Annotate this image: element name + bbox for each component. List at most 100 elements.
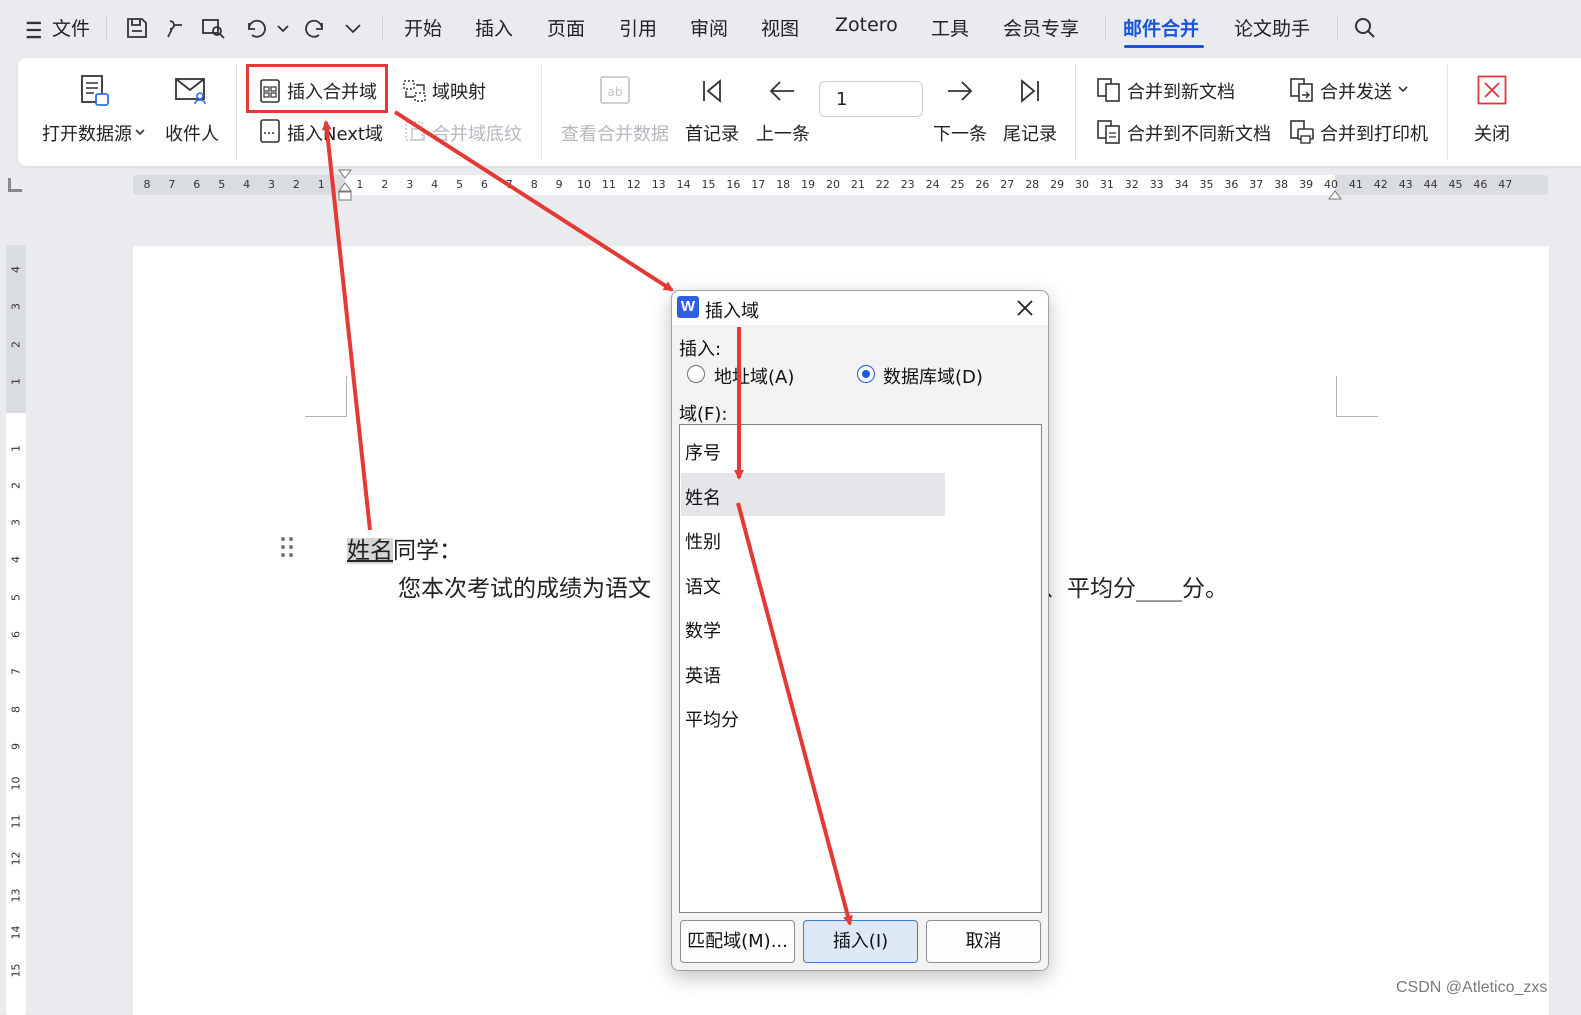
ruler-tick-label: 1 xyxy=(9,377,23,385)
annotation-highlight-box xyxy=(246,64,388,113)
last-record-icon[interactable] xyxy=(1018,78,1042,104)
field-listbox[interactable]: 序号 姓名 性别 语文 数学 英语 平均分 xyxy=(679,424,1042,913)
merge-send-button[interactable]: 合并发送 xyxy=(1320,78,1392,104)
ruler-tick-label: 8 xyxy=(143,178,151,191)
menu-bar: 文件 开始 插入 页面 引用 审阅 视图 Zotero 工具 会员专享 邮件合并… xyxy=(0,0,1581,56)
document-body-line-start[interactable]: 您本次考试的成绩为语文 xyxy=(398,569,651,603)
ruler-tick-label: 3 xyxy=(268,178,275,191)
first-record-button[interactable]: 首记录 xyxy=(685,120,739,146)
ruler-tick-label: 3 xyxy=(9,519,23,527)
search-icon[interactable] xyxy=(1352,15,1378,41)
ruler-tick-label: 4 xyxy=(9,266,23,273)
radio-database-field[interactable] xyxy=(857,365,875,383)
ruler-tick-label: 8 xyxy=(9,705,23,713)
tab-mail-merge[interactable]: 邮件合并 xyxy=(1123,14,1199,41)
active-tab-indicator xyxy=(1124,45,1204,48)
radio-address-field[interactable] xyxy=(687,365,705,383)
tab-page[interactable]: 页面 xyxy=(547,14,585,41)
merge-printer-button[interactable]: 合并到打印机 xyxy=(1320,120,1428,146)
undo-icon[interactable] xyxy=(243,15,269,41)
more-dropdown-icon[interactable] xyxy=(340,15,366,41)
ruler-tick-label: 5 xyxy=(9,593,23,601)
list-item[interactable]: 英语 xyxy=(685,662,721,688)
next-record-icon[interactable] xyxy=(946,78,974,104)
record-number-input[interactable] xyxy=(819,81,923,117)
menu-file[interactable]: 文件 xyxy=(52,14,90,41)
close-button[interactable]: 关闭 xyxy=(1474,120,1510,146)
ribbon-separator xyxy=(541,64,542,160)
save-icon[interactable] xyxy=(124,15,150,41)
dialog-titlebar[interactable]: W 插入域 xyxy=(672,291,1048,325)
merge-new-doc-icon[interactable] xyxy=(1096,77,1122,103)
crop-mark xyxy=(1336,376,1378,417)
ruler-tick-label: 47 xyxy=(1498,178,1513,191)
tab-thesis-helper[interactable]: 论文助手 xyxy=(1234,14,1310,41)
ruler-tick-label: 8 xyxy=(530,178,538,191)
tab-view[interactable]: 视图 xyxy=(761,14,799,41)
insert-label: 插入: xyxy=(679,339,722,360)
ruler-tick-label: 13 xyxy=(651,178,666,191)
insert-button[interactable]: 插入(I) xyxy=(803,920,918,963)
tab-references[interactable]: 引用 xyxy=(619,14,657,41)
merge-diff-docs-icon[interactable] xyxy=(1096,119,1122,145)
last-record-button[interactable]: 尾记录 xyxy=(1003,120,1057,146)
right-indent-marker[interactable] xyxy=(1328,185,1342,200)
open-data-source-dropdown-icon[interactable] xyxy=(135,128,145,136)
match-fields-button[interactable]: 匹配域(M)... xyxy=(680,920,795,963)
merge-diff-docs-button[interactable]: 合并到不同新文档 xyxy=(1127,120,1271,146)
merge-field-name[interactable]: 姓名 xyxy=(347,538,393,564)
tab-member[interactable]: 会员专享 xyxy=(1003,14,1079,41)
ruler-tick-label: 5 xyxy=(455,178,463,191)
menu-icon[interactable] xyxy=(22,17,42,39)
vertical-ruler[interactable]: 4 3 2 1 1 2 3 4 5 6 7 8 9 10 11 12 13 14 15 xyxy=(6,245,26,1015)
document-body-line-end[interactable]: 、平均分____分。 xyxy=(1044,569,1228,603)
print-preview-icon[interactable] xyxy=(200,15,226,41)
list-item[interactable]: 数学 xyxy=(685,617,721,643)
first-record-icon[interactable] xyxy=(700,78,724,104)
horizontal-ruler[interactable]: 8 7 6 5 4 3 2 1 1 2 3 4 5 6 7 8 9 10 11 12 13 14 15 16 17 18 19 20 2… xyxy=(133,169,1548,201)
recipients-icon[interactable] xyxy=(174,76,208,106)
tab-home[interactable]: 开始 xyxy=(404,14,442,41)
list-item[interactable]: 姓名 xyxy=(685,484,721,510)
field-mapping-button[interactable]: 域映射 xyxy=(432,78,486,104)
document-greeting-line[interactable]: 姓名同学： xyxy=(347,531,462,565)
insert-next-field-icon[interactable] xyxy=(260,119,280,143)
radio-address-label[interactable]: 地址域(A) xyxy=(714,363,794,389)
paragraph-drag-handle-icon[interactable] xyxy=(280,536,294,558)
next-record-button[interactable]: 下一条 xyxy=(933,120,987,146)
ruler-tab-selector[interactable] xyxy=(8,178,22,192)
list-item[interactable]: 性别 xyxy=(685,528,721,554)
list-item[interactable]: 平均分 xyxy=(685,706,739,732)
previous-record-icon[interactable] xyxy=(768,78,796,104)
merge-printer-icon[interactable] xyxy=(1289,119,1315,145)
merge-new-doc-button[interactable]: 合并到新文档 xyxy=(1127,78,1235,104)
close-icon[interactable] xyxy=(1477,75,1507,105)
ruler-tick-label: 22 xyxy=(875,178,890,191)
tab-review[interactable]: 审阅 xyxy=(690,14,728,41)
merge-send-icon[interactable] xyxy=(1289,77,1315,103)
radio-database-label[interactable]: 数据库域(D) xyxy=(883,363,983,389)
merge-send-dropdown-icon[interactable] xyxy=(1398,85,1408,93)
ruler-tick-label: 33 xyxy=(1149,178,1164,191)
open-data-source-button[interactable]: 打开数据源 xyxy=(42,120,132,146)
dialog-close-icon[interactable] xyxy=(1012,295,1038,321)
ruler-tick-label: 10 xyxy=(576,178,591,191)
recipients-button[interactable]: 收件人 xyxy=(165,120,219,146)
previous-record-button[interactable]: 上一条 xyxy=(756,120,810,146)
indent-marker[interactable] xyxy=(338,169,352,201)
insert-next-field-button[interactable]: 插入Next域 xyxy=(287,120,383,146)
ruler-tick-label: 21 xyxy=(850,178,865,191)
list-item[interactable]: 序号 xyxy=(685,439,721,465)
cancel-button[interactable]: 取消 xyxy=(926,920,1041,963)
open-data-source-icon[interactable] xyxy=(80,74,110,108)
tab-zotero[interactable]: Zotero xyxy=(835,14,898,36)
redo-icon[interactable] xyxy=(302,15,328,41)
tab-insert[interactable]: 插入 xyxy=(475,14,513,41)
list-item[interactable]: 语文 xyxy=(685,573,721,599)
format-painter-icon[interactable] xyxy=(162,15,188,41)
field-mapping-icon[interactable] xyxy=(402,79,428,103)
ruler-tick-label: 2 xyxy=(292,178,300,191)
tab-tools[interactable]: 工具 xyxy=(931,14,969,41)
undo-dropdown-icon[interactable] xyxy=(270,15,289,41)
ruler-tick-label: 17 xyxy=(751,178,766,191)
